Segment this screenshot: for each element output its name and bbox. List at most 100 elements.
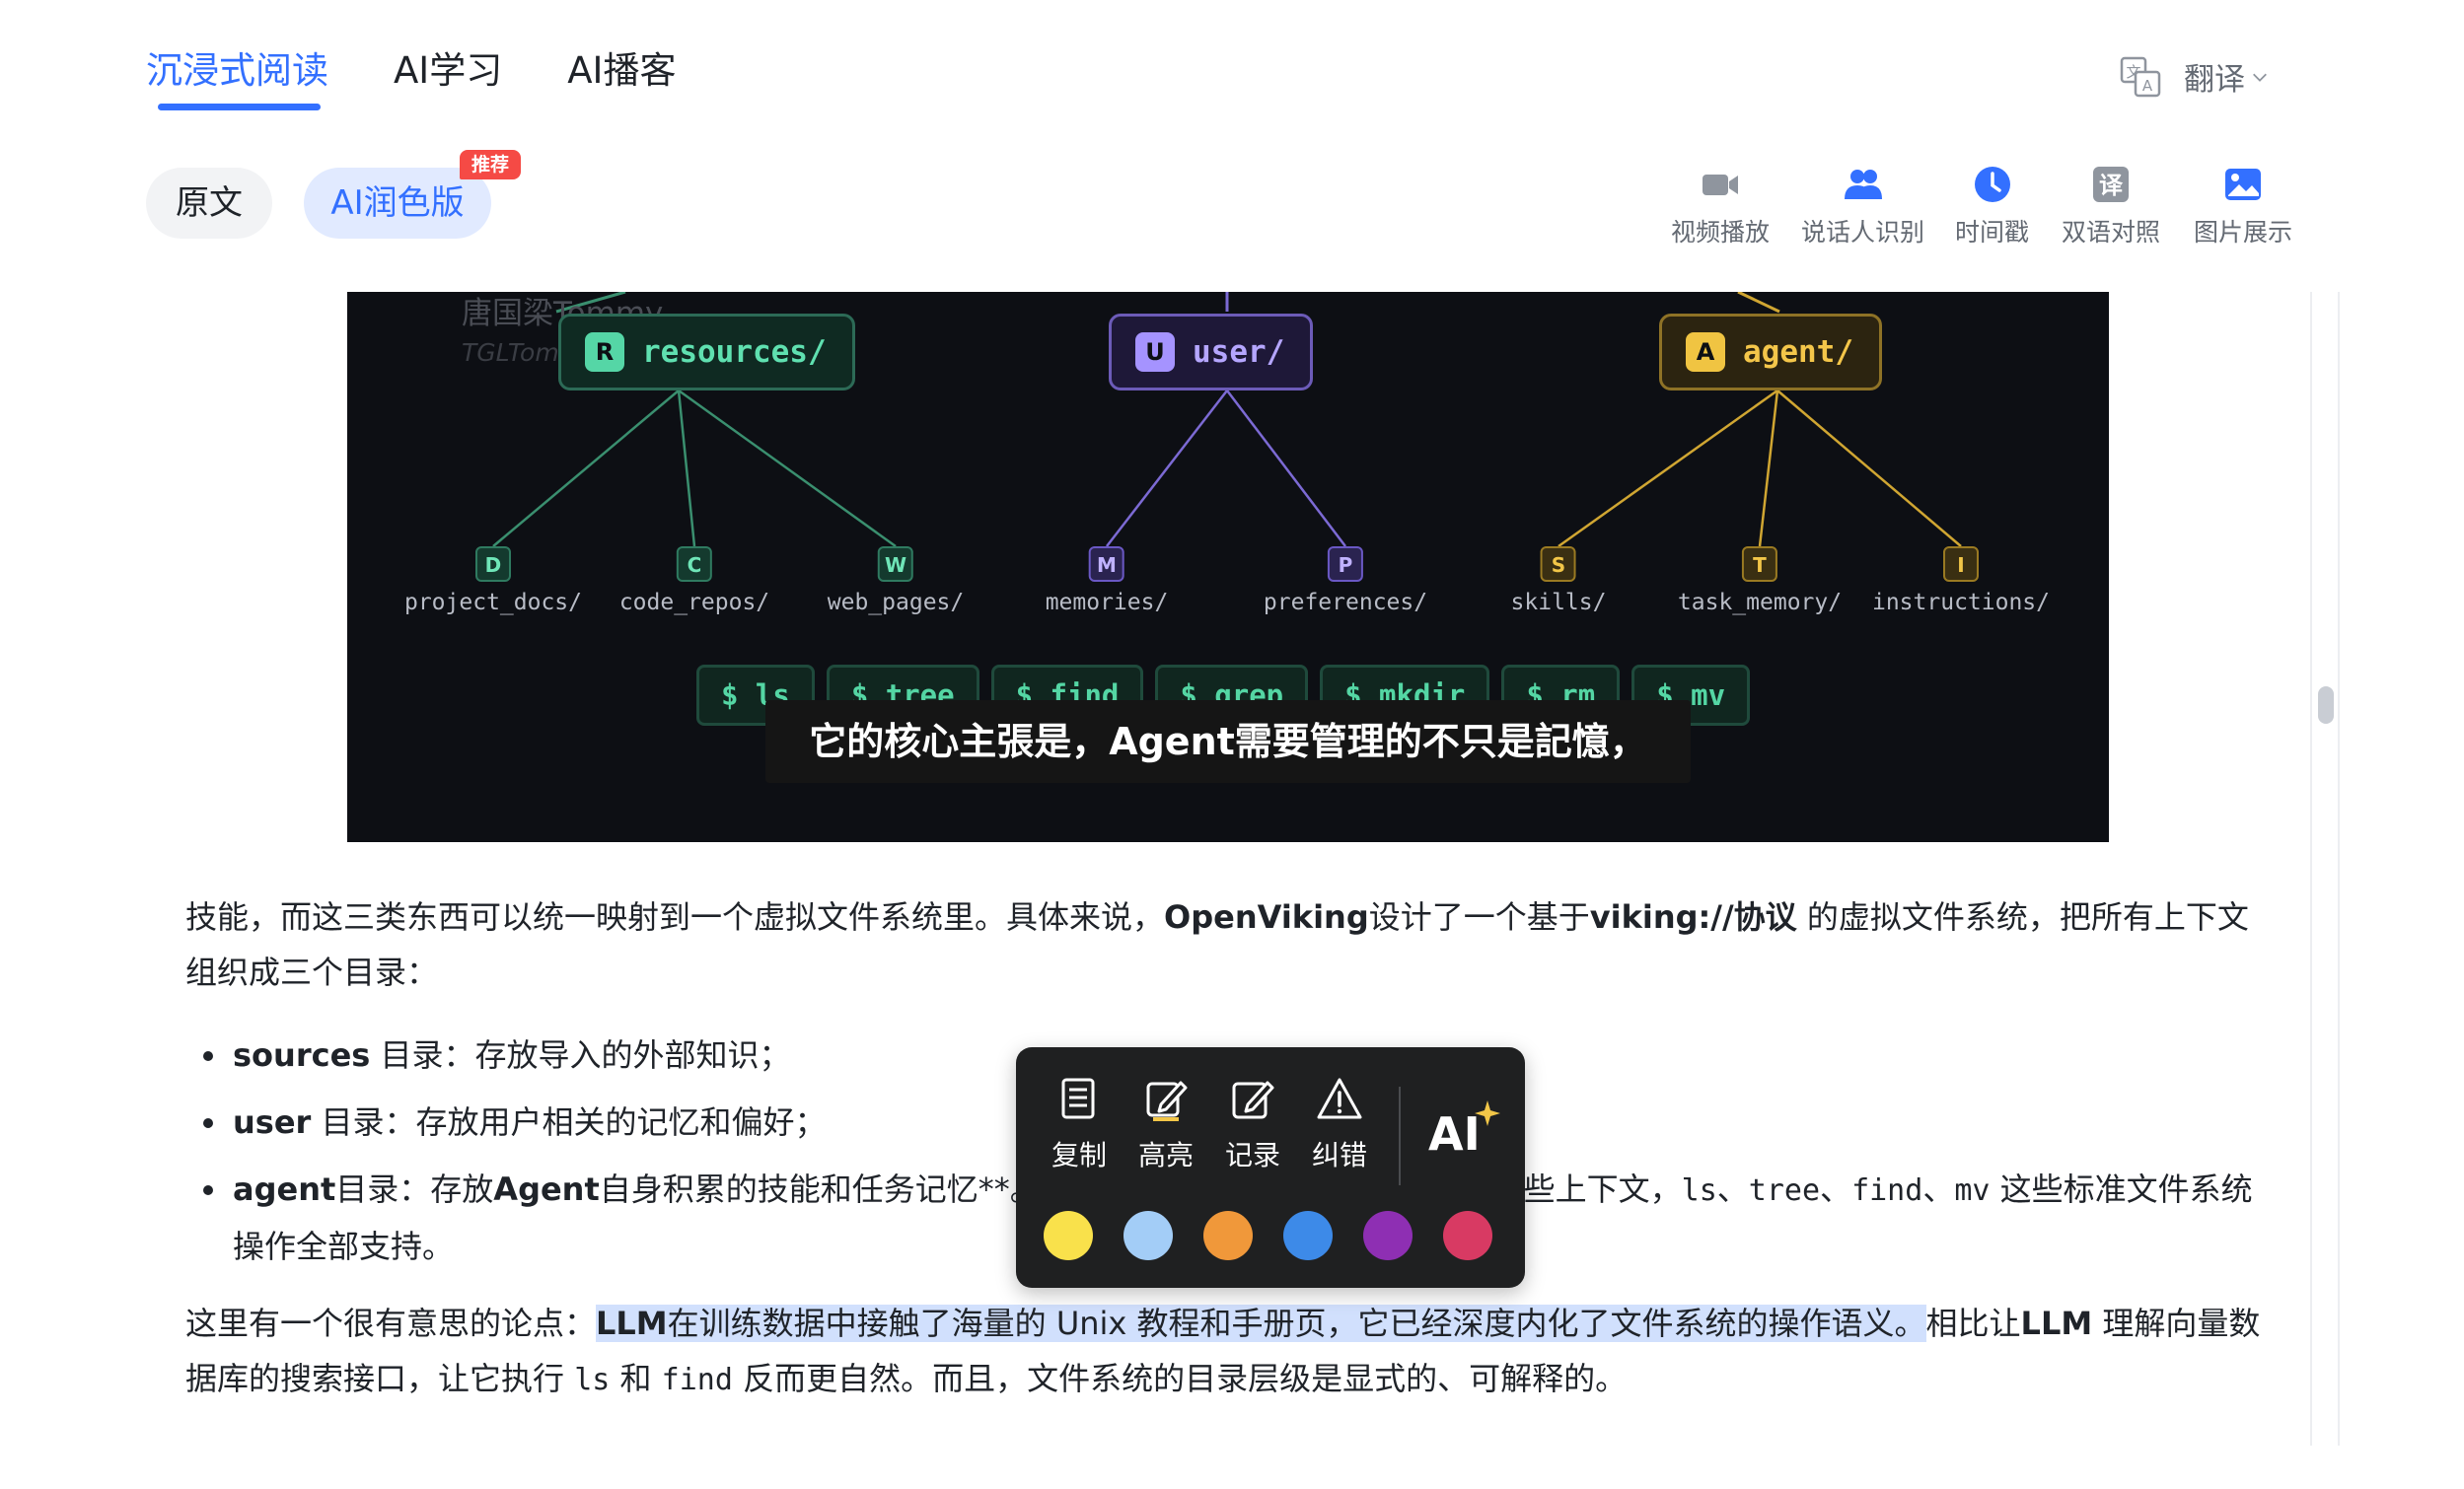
- tab-ai-podcast[interactable]: AI播客: [567, 43, 676, 110]
- leaf-skills: S skills/: [1511, 546, 1606, 615]
- color-swatch-red[interactable]: [1443, 1211, 1492, 1260]
- warning-icon: [1317, 1078, 1362, 1119]
- translate-dropdown[interactable]: 文 A 翻译: [2119, 54, 2269, 99]
- text-run: 目录：存放导入的外部知识；: [370, 1036, 791, 1074]
- text-run: 、: [1820, 1170, 1852, 1208]
- scrollbar-thumb[interactable]: [2318, 686, 2334, 724]
- leaf-badge: P: [1327, 546, 1363, 582]
- leaf-badge: C: [676, 546, 712, 582]
- node-badge: U: [1135, 332, 1175, 372]
- top-tab-bar: 沉浸式阅读 AI学习 AI播客: [146, 43, 676, 110]
- clock-icon: [1974, 167, 2010, 202]
- tab-immersive-reading[interactable]: 沉浸式阅读: [146, 43, 328, 110]
- leaf-project-docs: D project_docs/: [404, 546, 582, 615]
- leaf-web-pages: W web_pages/: [828, 546, 964, 615]
- code-run: find: [661, 1363, 733, 1397]
- bold-run: viking://协议: [1589, 898, 1797, 936]
- leaf-badge: S: [1541, 546, 1576, 582]
- tool-timestamp[interactable]: 时间戳: [1955, 164, 2029, 248]
- speakers-icon: [1844, 170, 1882, 199]
- svg-text:A: A: [2142, 77, 2153, 95]
- leaf-code-repos: C code_repos/: [619, 546, 769, 615]
- svg-text:AI: AI: [1428, 1107, 1481, 1161]
- image-icon: [2225, 169, 2261, 200]
- color-swatch-blue[interactable]: [1283, 1211, 1333, 1260]
- translate-icon: 文 A: [2120, 56, 2161, 97]
- color-swatch-purple[interactable]: [1363, 1211, 1413, 1260]
- copy-button[interactable]: 复制: [1051, 1075, 1107, 1173]
- selection-toolbar: 复制 高亮 记录 纠错 AI: [1016, 1047, 1525, 1288]
- node-resources: R resources/: [558, 314, 855, 390]
- leaf-task-memory: T task_memory/: [1678, 546, 1842, 615]
- tool-bilingual[interactable]: 译 双语对照: [2062, 164, 2160, 248]
- action-label: 纠错: [1312, 1139, 1368, 1171]
- leaf-instructions: I instructions/: [1872, 546, 2050, 615]
- highlighted-selection[interactable]: LLM在训练数据中接触了海量的 Unix 教程和手册页，它已经深度内化了文件系统…: [596, 1305, 1926, 1342]
- leaf-badge: M: [1089, 546, 1124, 582]
- text-run: 反而更自然。而且，文件系统的目录层级是显式的、可解释的。: [732, 1360, 1628, 1397]
- node-badge: R: [585, 332, 624, 372]
- tool-video-play[interactable]: 视频播放: [1671, 164, 1770, 248]
- node-label: user/: [1193, 334, 1285, 370]
- text-run: 相比让: [1925, 1305, 2021, 1342]
- text-run: 这里有一个很有意思的论点：: [185, 1305, 597, 1342]
- leaf-label: preferences/: [1263, 590, 1428, 615]
- color-swatch-orange[interactable]: [1203, 1211, 1253, 1260]
- tab-label: AI学习: [394, 49, 503, 92]
- tool-label: 视频播放: [1671, 218, 1771, 247]
- copy-icon: [1061, 1078, 1095, 1119]
- bold-run: sources: [233, 1036, 371, 1074]
- text-run: 、: [1716, 1170, 1749, 1208]
- text-run: 目录：存放用户相关的记忆和偏好；: [311, 1103, 827, 1141]
- scrollbar-track[interactable]: [2310, 292, 2340, 1446]
- reading-toolbar: 视频播放 说话人识别 时间戳 译 双语对照 图片展示: [1657, 164, 2298, 252]
- leaf-badge: I: [1942, 546, 1979, 582]
- highlight-button[interactable]: 高亮: [1138, 1075, 1194, 1173]
- node-label: resources/: [642, 334, 827, 370]
- code-run: ls: [1681, 1173, 1717, 1208]
- tab-label: AI播客: [567, 49, 677, 92]
- leaf-preferences: P preferences/: [1264, 546, 1427, 615]
- original-version-button[interactable]: 原文: [146, 168, 272, 239]
- bold-run: OpenViking: [1164, 898, 1369, 936]
- color-swatch-yellow[interactable]: [1044, 1211, 1093, 1260]
- note-button[interactable]: 记录: [1225, 1075, 1280, 1173]
- color-swatch-light-blue[interactable]: [1123, 1211, 1173, 1260]
- bold-run: LLM: [596, 1305, 668, 1342]
- translate-box-icon: 译: [2093, 167, 2129, 202]
- action-label: 高亮: [1138, 1139, 1195, 1171]
- highlight-color-swatches: [1044, 1211, 1492, 1260]
- tool-label: 时间戳: [1955, 218, 2030, 247]
- leaf-label: task_memory/: [1677, 590, 1843, 615]
- tool-speaker-identify[interactable]: 说话人识别: [1801, 164, 1924, 248]
- original-label: 原文: [176, 183, 243, 223]
- tab-ai-learning[interactable]: AI学习: [394, 43, 502, 110]
- node-label: agent/: [1743, 334, 1853, 370]
- ai-sparkle-icon[interactable]: AI: [1424, 1089, 1503, 1168]
- chevron-down-icon: [2253, 73, 2267, 82]
- node-agent: A agent/: [1659, 314, 1882, 390]
- tool-label: 图片展示: [2194, 218, 2293, 247]
- translate-label: 翻译: [2184, 62, 2245, 98]
- code-run: mv: [1954, 1173, 1991, 1208]
- video-camera-icon: [1703, 175, 1738, 195]
- note-edit-icon: [1232, 1081, 1274, 1119]
- toolbar-divider: [1399, 1087, 1401, 1185]
- leaf-label: memories/: [1045, 590, 1169, 615]
- report-error-button[interactable]: 纠错: [1312, 1075, 1367, 1173]
- active-tab-indicator: [158, 104, 321, 110]
- article-paragraph: 技能，而这三类东西可以统一映射到一个虚拟文件系统里。具体来说，OpenVikin…: [185, 889, 2277, 1000]
- leaf-badge: T: [1741, 546, 1777, 582]
- action-label: 复制: [1051, 1139, 1108, 1171]
- tool-image-display[interactable]: 图片展示: [2194, 164, 2292, 248]
- leaf-memories: M memories/: [1045, 546, 1169, 615]
- video-frame[interactable]: 唐国梁Tommy TGLTommy R resources/ U user/ A…: [347, 292, 2109, 842]
- text-run: 技能，而这三类东西可以统一映射到一个虚拟文件系统里。具体来说，: [185, 898, 1165, 936]
- text-run: 、: [1922, 1170, 1955, 1208]
- node-badge: A: [1686, 332, 1725, 372]
- svg-text:译: 译: [2099, 172, 2124, 199]
- leaf-badge: W: [877, 546, 913, 582]
- leaf-label: web_pages/: [827, 590, 965, 615]
- bold-run: LLM: [2020, 1305, 2093, 1342]
- article-paragraph: 这里有一个很有意思的论点：LLM在训练数据中接触了海量的 Unix 教程和手册页…: [185, 1296, 2277, 1408]
